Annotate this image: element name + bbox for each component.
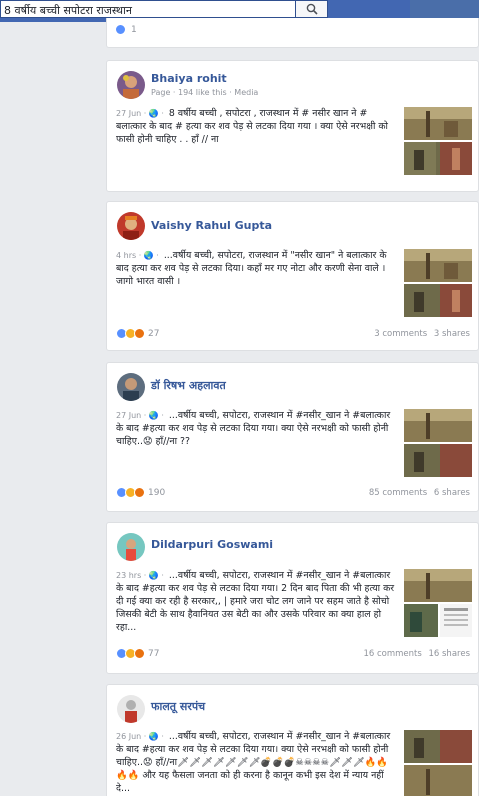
avatar[interactable]: [117, 71, 145, 99]
reaction-count: 77: [148, 648, 160, 659]
search-icon: [306, 3, 318, 15]
comments-link[interactable]: 16 comments: [363, 649, 421, 659]
reaction-summary[interactable]: 27: [116, 328, 159, 339]
angry-reaction-icon: [134, 328, 145, 339]
avatar[interactable]: [117, 212, 145, 240]
post-meta[interactable]: 26 Jun · 🌏 ·: [116, 732, 164, 741]
post-card: Bhaiya rohit Page · 194 like this · Medi…: [106, 60, 479, 192]
angry-reaction-icon: [134, 648, 145, 659]
avatar[interactable]: [117, 373, 145, 401]
like-reaction-icon: [115, 24, 126, 35]
post-image[interactable]: [404, 444, 472, 477]
shares-link[interactable]: 16 shares: [428, 649, 470, 659]
shares-link[interactable]: 6 shares: [434, 488, 470, 498]
previous-post-footer: 1: [106, 18, 479, 48]
post-image[interactable]: [404, 409, 472, 442]
post-card: Dildarpuri Goswami 23 hrs · 🌏 · ...वर्षी…: [106, 522, 479, 674]
avatar[interactable]: [117, 695, 145, 723]
page-subtitle: Page · 194 like this · Media: [151, 88, 259, 97]
post-card: फालतू सरपंच 26 Jun · 🌏 · ...वर्षीय बच्ची…: [106, 684, 479, 796]
post-meta[interactable]: 23 hrs · 🌏 ·: [116, 571, 164, 580]
post-meta[interactable]: 4 hrs · 🌏 ·: [116, 251, 159, 260]
angry-reaction-icon: [134, 487, 145, 498]
post-image[interactable]: [404, 284, 472, 317]
avatar[interactable]: [117, 533, 145, 561]
reaction-count: 190: [148, 487, 166, 498]
post-image[interactable]: [404, 730, 472, 763]
post-meta[interactable]: 27 Jun · 🌏 ·: [116, 109, 164, 118]
reaction-count: 27: [148, 328, 160, 339]
search-button[interactable]: [296, 0, 328, 18]
post-image[interactable]: [404, 249, 472, 282]
post-card: Vaishy Rahul Gupta 4 hrs · 🌏 · ...वर्षीय…: [106, 201, 479, 351]
post-card: डॉ रिषभ अहलावत 27 Jun · 🌏 · ...वर्षीय बच…: [106, 362, 479, 512]
search-input[interactable]: 8 वर्षीय बच्ची सपोटरा राजस्थान: [0, 0, 296, 18]
author-name[interactable]: फालतू सरपंच: [151, 699, 205, 714]
author-name[interactable]: Vaishy Rahul Gupta: [151, 219, 272, 232]
post-image[interactable]: [404, 569, 472, 602]
post-image[interactable]: [404, 765, 472, 796]
reaction-summary[interactable]: 190: [116, 487, 165, 498]
reaction-summary[interactable]: 1: [115, 24, 137, 35]
post-image[interactable]: [404, 142, 472, 175]
post-stats: 85 comments 6 shares: [369, 488, 470, 498]
post-image[interactable]: [404, 107, 472, 140]
reaction-summary[interactable]: 77: [116, 648, 159, 659]
post-text: 4 hrs · 🌏 · ...वर्षीय बच्ची, सपोटरा, राज…: [116, 249, 396, 288]
post-text: 27 Jun · 🌏 · ...वर्षीय बच्ची, सपोटरा, रा…: [116, 409, 396, 448]
post-meta[interactable]: 27 Jun · 🌏 ·: [116, 411, 164, 420]
post-stats: 3 comments 3 shares: [374, 329, 470, 339]
author-name[interactable]: Bhaiya rohit: [151, 72, 227, 85]
comments-link[interactable]: 3 comments: [374, 329, 427, 339]
post-stats: 16 comments 16 shares: [363, 649, 470, 659]
post-image[interactable]: [404, 604, 472, 637]
author-name[interactable]: डॉ रिषभ अहलावत: [151, 378, 226, 393]
shares-link[interactable]: 3 shares: [434, 329, 470, 339]
author-name[interactable]: Dildarpuri Goswami: [151, 538, 273, 551]
post-text: 23 hrs · 🌏 · ...वर्षीय बच्ची, सपोटरा, रा…: [116, 569, 396, 634]
comments-link[interactable]: 85 comments: [369, 488, 427, 498]
post-text: 26 Jun · 🌏 · ...वर्षीय बच्ची, सपोटरा, रा…: [116, 730, 396, 795]
search-query[interactable]: 8 वर्षीय बच्ची सपोटरा राजस्थान: [4, 3, 132, 18]
reaction-count: 1: [131, 24, 137, 35]
post-text: 27 Jun · 🌏 · 8 वर्षीय बच्ची , सपोटरा , र…: [116, 107, 396, 146]
